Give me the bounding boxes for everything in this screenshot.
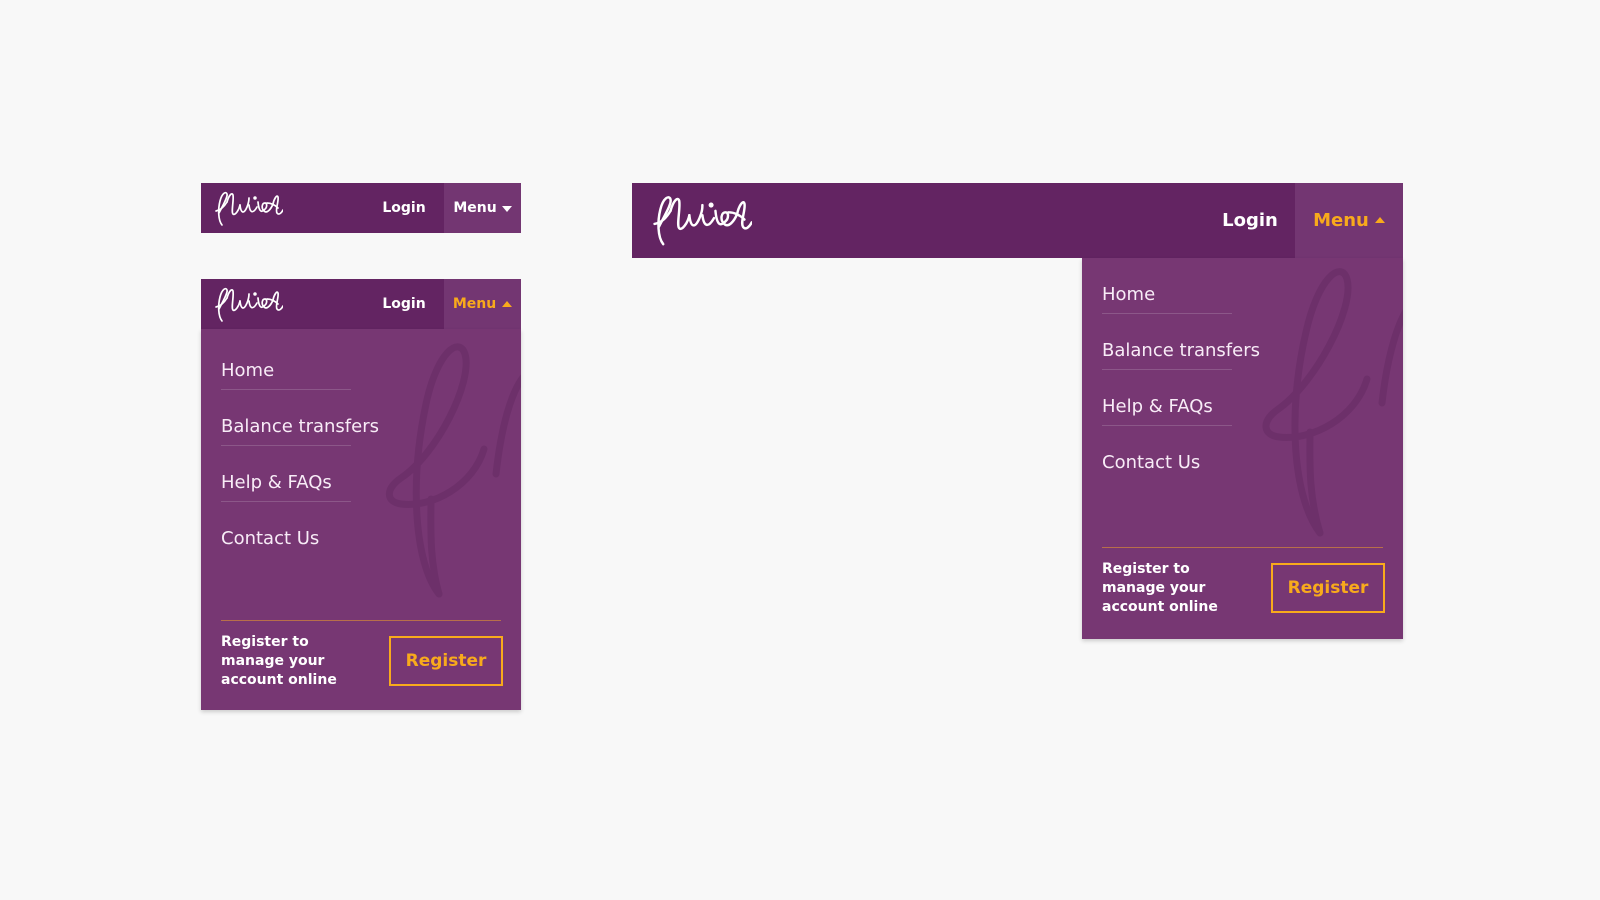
fluid-logo[interactable] [647, 192, 752, 250]
menu-item-contact-us[interactable]: Contact Us [221, 502, 351, 558]
navigation-bar: Login Menu [632, 183, 1403, 258]
fluid-logo-icon [653, 196, 752, 246]
register-prompt: Register to manage your account online [221, 634, 337, 688]
menu-label: Menu [1313, 210, 1369, 231]
caret-up-icon [1374, 217, 1385, 223]
menu-list: Home Balance transfers Help & FAQs Conta… [221, 329, 521, 558]
menu-item-home[interactable]: Home [1102, 258, 1232, 314]
menu-item-balance-transfers[interactable]: Balance transfers [221, 390, 379, 446]
menu-item-help-faqs[interactable]: Help & FAQs [221, 446, 351, 502]
fluid-logo[interactable] [211, 189, 283, 229]
fluid-logo[interactable] [211, 285, 283, 325]
desktop-expanded-header: Login Menu Home Balance transfers Help &… [632, 183, 1403, 639]
register-button[interactable]: Register [389, 636, 503, 686]
login-link[interactable]: Login [373, 183, 435, 233]
register-button[interactable]: Register [1271, 563, 1385, 613]
navigation-bar: Login Menu [201, 183, 521, 233]
fluid-logo-icon [215, 191, 283, 226]
dropdown-menu-panel: Home Balance transfers Help & FAQs Conta… [1082, 258, 1403, 639]
register-footer: Register to manage your account online R… [221, 620, 503, 710]
menu-item-help-faqs[interactable]: Help & FAQs [1102, 370, 1232, 426]
login-link[interactable]: Login [1202, 183, 1298, 258]
menu-item-home[interactable]: Home [221, 334, 351, 390]
mobile-expanded-header: Login Menu Home Balance transfers Help &… [201, 279, 521, 710]
menu-toggle-button[interactable]: Menu [444, 183, 521, 233]
fluid-logo-icon [215, 287, 283, 322]
caret-up-icon [502, 300, 513, 307]
menu-label: Menu [453, 200, 497, 216]
menu-list: Home Balance transfers Help & FAQs Conta… [1102, 258, 1403, 482]
mobile-collapsed-header: Login Menu [201, 183, 521, 233]
menu-toggle-button[interactable]: Menu [444, 279, 521, 329]
navigation-bar: Login Menu [201, 279, 521, 329]
register-footer: Register to manage your account online R… [1102, 547, 1385, 639]
menu-item-contact-us[interactable]: Contact Us [1102, 426, 1232, 482]
dropdown-menu-panel: Home Balance transfers Help & FAQs Conta… [201, 329, 521, 710]
menu-item-balance-transfers[interactable]: Balance transfers [1102, 314, 1260, 370]
menu-toggle-button[interactable]: Menu [1295, 183, 1403, 258]
caret-down-icon [501, 205, 512, 212]
register-prompt: Register to manage your account online [1102, 561, 1218, 615]
login-link[interactable]: Login [373, 279, 435, 329]
menu-label: Menu [452, 296, 497, 312]
